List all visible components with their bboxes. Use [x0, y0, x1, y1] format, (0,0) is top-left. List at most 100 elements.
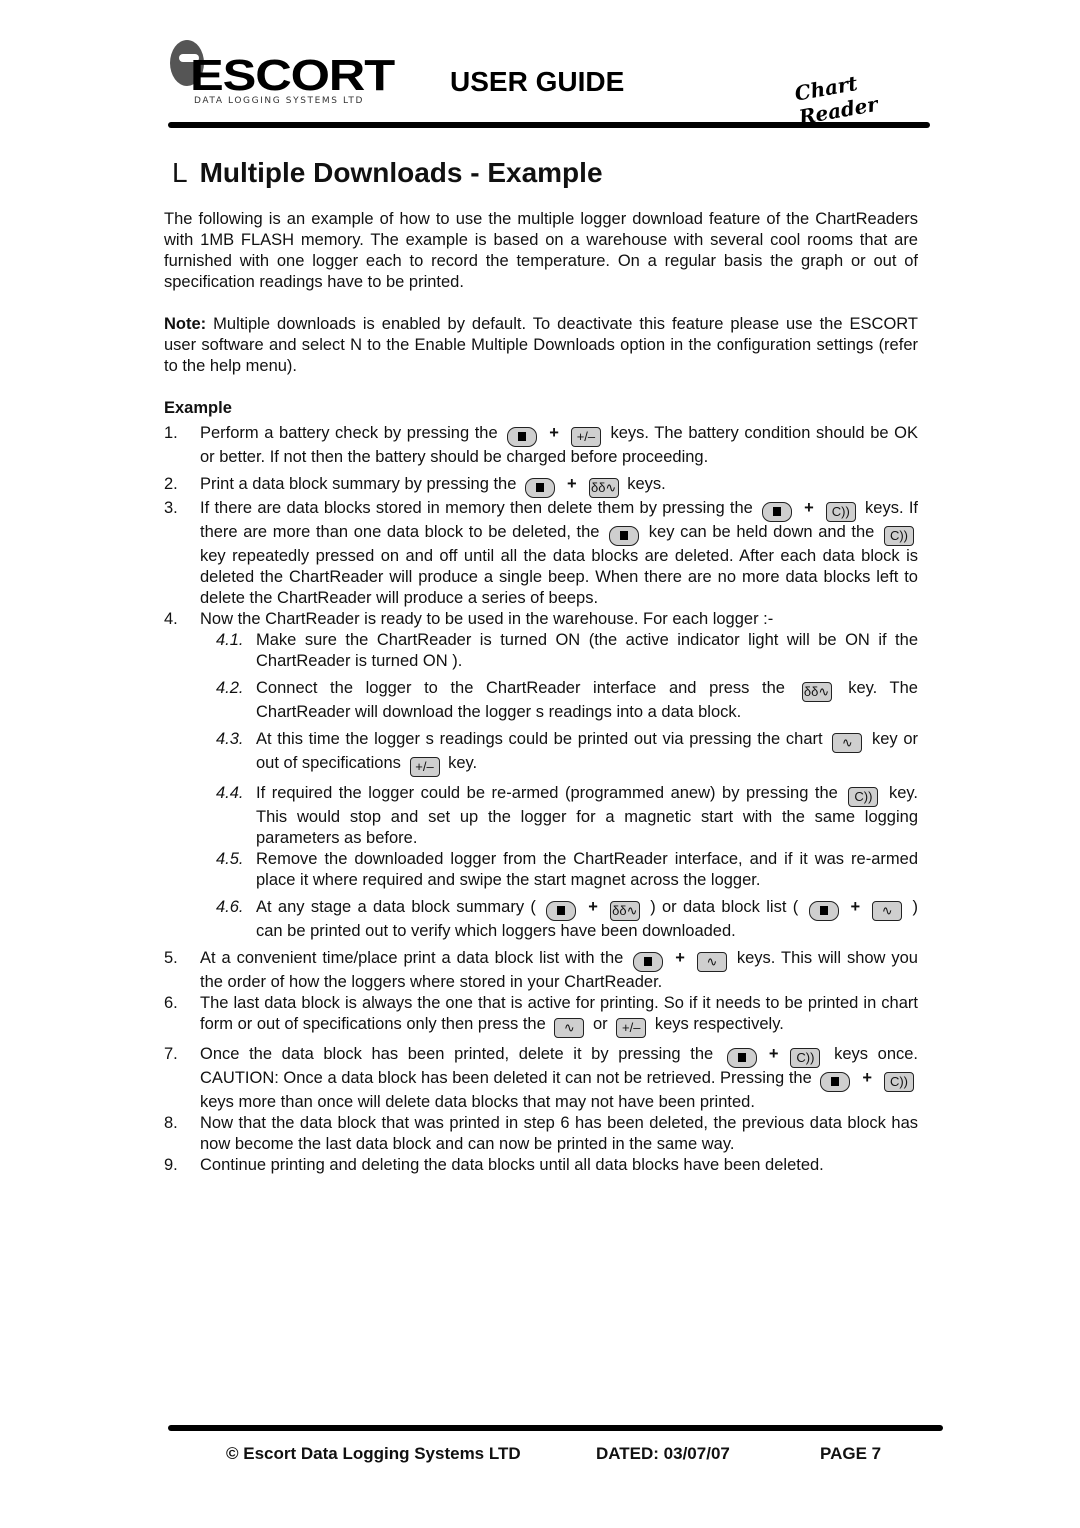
- step-4-1: 4.1. Make sure the ChartReader is turned…: [164, 630, 918, 672]
- stop-key-icon: [507, 427, 538, 447]
- step-8: 8. Now that the data block that was prin…: [164, 1113, 918, 1155]
- beep-key-icon: C)): [825, 502, 856, 522]
- step-2: 2. Print a data block summary by pressin…: [164, 474, 918, 498]
- step-text: Make sure the ChartReader is turned ON (…: [256, 631, 918, 670]
- stop-key-icon: [808, 901, 839, 921]
- step-text: At a convenient time/place print a data …: [200, 949, 624, 967]
- stop-key-icon: [525, 478, 555, 498]
- step-text: key repeatedly pressed on and off until …: [200, 547, 918, 607]
- step-text: keys.: [627, 475, 666, 493]
- stop-key-icon: [546, 901, 577, 921]
- step-text: If required the logger could be re-armed…: [256, 784, 838, 802]
- logo-subtitle: DATA LOGGING SYSTEMS LTD: [194, 96, 365, 106]
- plus-sign: +: [862, 1069, 872, 1087]
- beep-key-icon: C)): [790, 1048, 821, 1068]
- step-text: key.: [448, 754, 478, 772]
- step-text: Continue printing and deleting the data …: [200, 1156, 824, 1174]
- header-rule: [168, 122, 930, 128]
- section-title-text: Multiple Downloads - Example: [199, 157, 603, 188]
- note-text: Multiple downloads is enabled by default…: [164, 315, 918, 375]
- step-9: 9. Continue printing and deleting the da…: [164, 1155, 918, 1176]
- step-text: Now that the data block that was printed…: [200, 1114, 918, 1153]
- step-number: 1.: [164, 424, 178, 442]
- footer-page-number: PAGE 7: [820, 1444, 882, 1463]
- stop-key-icon: [726, 1048, 757, 1068]
- step-text: At this time the logger s readings could…: [256, 730, 823, 748]
- step-text: keys more than once will delete data blo…: [200, 1093, 755, 1111]
- step-1: 1. Perform a battery check by pressing t…: [164, 423, 918, 468]
- plus-minus-key-icon: +/–: [409, 757, 440, 777]
- document-body: L Multiple Downloads - Example The follow…: [164, 155, 918, 1176]
- plus-sign: +: [804, 499, 814, 517]
- step-number: 9.: [164, 1156, 178, 1174]
- step-5: 5. At a convenient time/place print a da…: [164, 948, 918, 993]
- beep-key-icon: C)): [883, 526, 914, 546]
- step-number: 7.: [164, 1045, 178, 1063]
- chart-key-icon: ∿: [832, 733, 863, 753]
- step-text: Connect the logger to the ChartReader in…: [256, 679, 785, 697]
- page-header: ESCORT DATA LOGGING SYSTEMS LTD USER GUI…: [168, 36, 930, 129]
- step-4-3: 4.3. At this time the logger s readings …: [164, 729, 918, 777]
- step-text: Remove the downloaded logger from the Ch…: [256, 850, 918, 889]
- note-paragraph: Note: Multiple downloads is enabled by d…: [164, 314, 918, 377]
- product-logo: Chart Reader: [792, 71, 880, 130]
- step-number: 8.: [164, 1114, 178, 1132]
- step-4-6: 4.6. At any stage a data block summary (…: [164, 897, 918, 942]
- chart-key-icon: ∿: [872, 901, 903, 921]
- plus-sign: +: [768, 1045, 779, 1063]
- step-text: If there are data blocks stored in memor…: [200, 499, 753, 517]
- note-label: Note:: [164, 315, 207, 333]
- step-text: At any stage a data block summary (: [256, 898, 536, 916]
- step-number: 2.: [164, 475, 178, 493]
- intro-paragraph: The following is an example of how to us…: [164, 210, 918, 291]
- step-text: Print a data block summary by pressing t…: [200, 475, 517, 493]
- section-marker: L: [172, 157, 188, 188]
- download-key-icon: δδ∿: [801, 682, 832, 702]
- section-title: L Multiple Downloads - Example: [172, 155, 918, 191]
- step-number: 4.3.: [216, 730, 244, 748]
- beep-key-icon: C)): [884, 1072, 914, 1092]
- step-number: 4.6.: [216, 898, 244, 916]
- step-text: key can be held down and the: [648, 523, 875, 541]
- step-4-2: 4.2. Connect the logger to the ChartRead…: [164, 678, 918, 723]
- plus-minus-key-icon: +/–: [616, 1018, 647, 1038]
- step-text: Once the data block has been printed, de…: [200, 1045, 714, 1063]
- download-key-icon: δδ∿: [609, 901, 640, 921]
- step-text: Now the ChartReader is ready to be used …: [200, 610, 774, 628]
- plus-sign: +: [549, 424, 559, 442]
- stop-key-icon: [633, 952, 664, 972]
- footer-rule: [168, 1425, 943, 1431]
- step-text: ) or data block list (: [650, 898, 799, 916]
- step-number: 3.: [164, 499, 178, 517]
- footer-date: DATED: 03/07/07: [596, 1444, 730, 1463]
- step-number: 4.5.: [216, 850, 244, 868]
- example-heading: Example: [164, 399, 232, 417]
- plus-sign: +: [567, 475, 577, 493]
- stop-key-icon: [609, 526, 640, 546]
- stop-key-icon: [762, 502, 793, 522]
- step-text: Perform a battery check by pressing the: [200, 424, 498, 442]
- step-number: 5.: [164, 949, 178, 967]
- chart-key-icon: ∿: [554, 1018, 585, 1038]
- step-number: 4.2.: [216, 679, 244, 697]
- plus-sign: +: [588, 898, 598, 916]
- step-text: or: [592, 1015, 608, 1033]
- chart-key-icon: ∿: [696, 952, 727, 972]
- step-7: 7. Once the data block has been printed,…: [164, 1044, 918, 1113]
- escort-logo: ESCORT DATA LOGGING SYSTEMS LTD: [168, 36, 395, 108]
- plus-minus-key-icon: +/–: [570, 427, 601, 447]
- plus-sign: +: [675, 949, 685, 967]
- step-number: 4.1.: [216, 631, 244, 649]
- guide-title: USER GUIDE: [450, 66, 625, 97]
- logo-word: ESCORT: [190, 51, 395, 100]
- plus-sign: +: [850, 898, 861, 916]
- step-6: 6. The last data block is always the one…: [164, 993, 918, 1038]
- stop-key-icon: [820, 1072, 851, 1092]
- step-number: 4.4.: [216, 784, 244, 802]
- step-text: keys respectively.: [654, 1015, 784, 1033]
- step-3: 3. If there are data blocks stored in me…: [164, 498, 918, 609]
- step-number: 4.: [164, 610, 178, 628]
- footer-copyright: © Escort Data Logging Systems LTD: [226, 1444, 521, 1463]
- download-key-icon: δδ∿: [588, 478, 619, 498]
- step-4-5: 4.5. Remove the downloaded logger from t…: [164, 849, 918, 891]
